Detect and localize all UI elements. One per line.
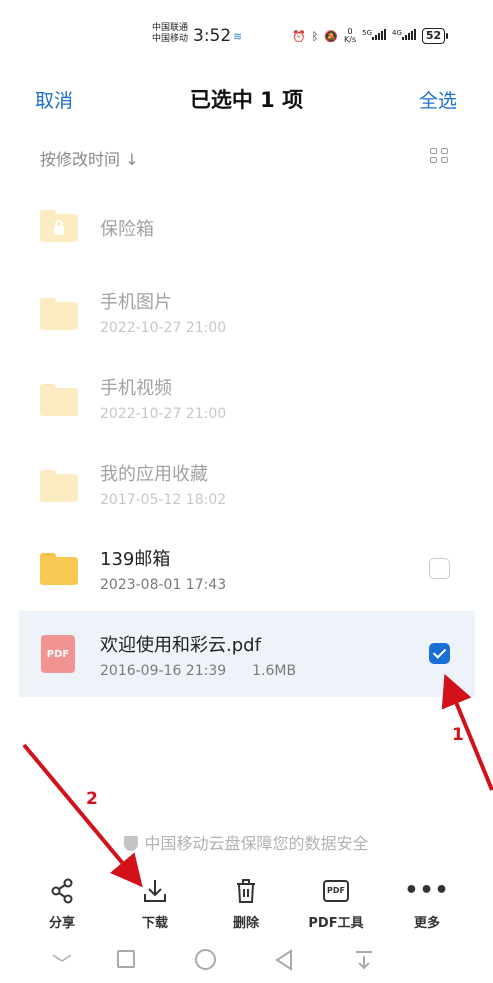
lock-icon	[54, 220, 64, 235]
annotation-step-1: 1	[452, 725, 464, 745]
pdf-file-icon: PDF	[41, 635, 75, 673]
more-label: 更多	[413, 916, 440, 931]
recents-icon[interactable]	[117, 950, 135, 968]
security-text: 中国移动云盘保障您的数据安全	[144, 834, 369, 853]
file-date: 2016-09-16 21:39	[100, 663, 227, 679]
folder-icon	[40, 553, 78, 585]
net-4g-label: 4G	[392, 29, 402, 37]
list-item[interactable]: 手机图片 2022-10-27 21:00	[19, 271, 475, 357]
security-note: 中国移动云盘保障您的数据安全	[0, 830, 493, 854]
system-nav-bar: ﹀	[0, 940, 493, 980]
action-toolbar: 分享 下载 删除 PDF PDF工具 ••• 更多	[0, 870, 493, 936]
shield-icon	[124, 836, 139, 851]
pdf-badge: PDF	[46, 649, 70, 660]
folder-icon	[40, 470, 78, 502]
net-5g-label: 5G	[362, 29, 373, 37]
share-label: 分享	[48, 916, 75, 931]
file-name: 保险箱	[100, 219, 154, 240]
signal-5g-icon: 5G	[362, 29, 387, 43]
select-checkbox[interactable]	[429, 558, 450, 579]
delete-label: 删除	[232, 916, 259, 931]
list-item-selected[interactable]: PDF 欢迎使用和彩云.pdf 2016-09-16 21:39 1.6MB	[19, 611, 475, 697]
download-label: 下载	[141, 916, 168, 931]
select-checkbox-checked[interactable]	[429, 643, 450, 664]
file-date: 2017-05-12 18:02	[100, 492, 227, 508]
delete-button[interactable]: 删除	[211, 876, 281, 931]
share-icon	[27, 876, 97, 906]
sort-by-modified-button[interactable]: 按修改时间 ↓	[40, 146, 139, 170]
download-button[interactable]: 下载	[120, 876, 190, 931]
pdf-tools-icon: PDF	[293, 876, 379, 906]
chevron-down-icon[interactable]: ﹀	[52, 948, 72, 977]
file-date: 2023-08-01 17:43	[100, 577, 227, 593]
grid-view-icon[interactable]	[430, 148, 450, 164]
folder-icon	[40, 298, 78, 330]
trash-icon	[211, 876, 281, 906]
list-item[interactable]: 我的应用收藏 2017-05-12 18:02	[19, 443, 475, 529]
share-button[interactable]: 分享	[27, 876, 97, 931]
battery-level: 52	[425, 29, 442, 42]
system-icons: ⏰ ᛒ 🔕 0 K/s 5G 4G 52	[292, 28, 449, 44]
net-speed: 0 K/s	[344, 28, 356, 44]
home-icon[interactable]	[195, 949, 216, 970]
file-name: 手机图片	[100, 292, 172, 313]
folder-icon	[40, 384, 78, 416]
more-icon: •••	[404, 878, 450, 903]
list-item[interactable]: 手机视频 2022-10-27 21:00	[19, 357, 475, 443]
nfc-icon: ≋	[233, 30, 243, 43]
file-name: 欢迎使用和彩云.pdf	[100, 635, 261, 656]
battery-icon: 52	[421, 28, 449, 44]
pdf-tools-button[interactable]: PDF PDF工具	[293, 876, 379, 931]
carrier-labels: 中国联通 中国移动	[152, 23, 188, 45]
alarm-icon: ⏰	[292, 29, 306, 43]
pdf-tools-label: PDF工具	[308, 916, 364, 931]
net-speed-unit: K/s	[344, 35, 357, 44]
vault-folder-icon	[40, 210, 78, 242]
file-name: 我的应用收藏	[100, 464, 208, 485]
bluetooth-icon: ᛒ	[311, 29, 319, 43]
file-date: 2022-10-27 21:00	[100, 406, 227, 422]
file-size: 1.6MB	[252, 663, 297, 679]
list-item[interactable]: 139邮箱 2023-08-01 17:43	[19, 529, 475, 615]
carrier-top: 中国联通	[152, 23, 189, 33]
mute-icon: 🔕	[324, 29, 339, 43]
annotation-arrow-2	[22, 743, 143, 888]
notification-pull-icon[interactable]	[354, 949, 374, 976]
status-clock: 3:52	[193, 26, 232, 46]
file-meta: 2016-09-16 21:39 1.6MB	[100, 663, 296, 679]
download-icon	[120, 876, 190, 906]
select-all-button[interactable]: 全选	[419, 86, 457, 113]
file-name: 139邮箱	[100, 549, 171, 570]
more-button[interactable]: ••• 更多	[392, 876, 462, 932]
status-bar: 中国联通 中国移动 3:52 ≋ ⏰ ᛒ 🔕 0 K/s 5G 4G 52	[0, 0, 493, 70]
back-icon[interactable]	[274, 949, 294, 976]
file-name: 手机视频	[100, 378, 172, 399]
file-date: 2022-10-27 21:00	[100, 320, 227, 336]
list-item-vault[interactable]: 保险箱	[19, 185, 475, 271]
annotation-step-2: 2	[86, 789, 98, 809]
carrier-bottom: 中国移动	[152, 34, 189, 44]
selection-header: 取消 已选中 1 项 全选	[0, 78, 493, 118]
signal-4g-icon: 4G	[392, 29, 416, 43]
